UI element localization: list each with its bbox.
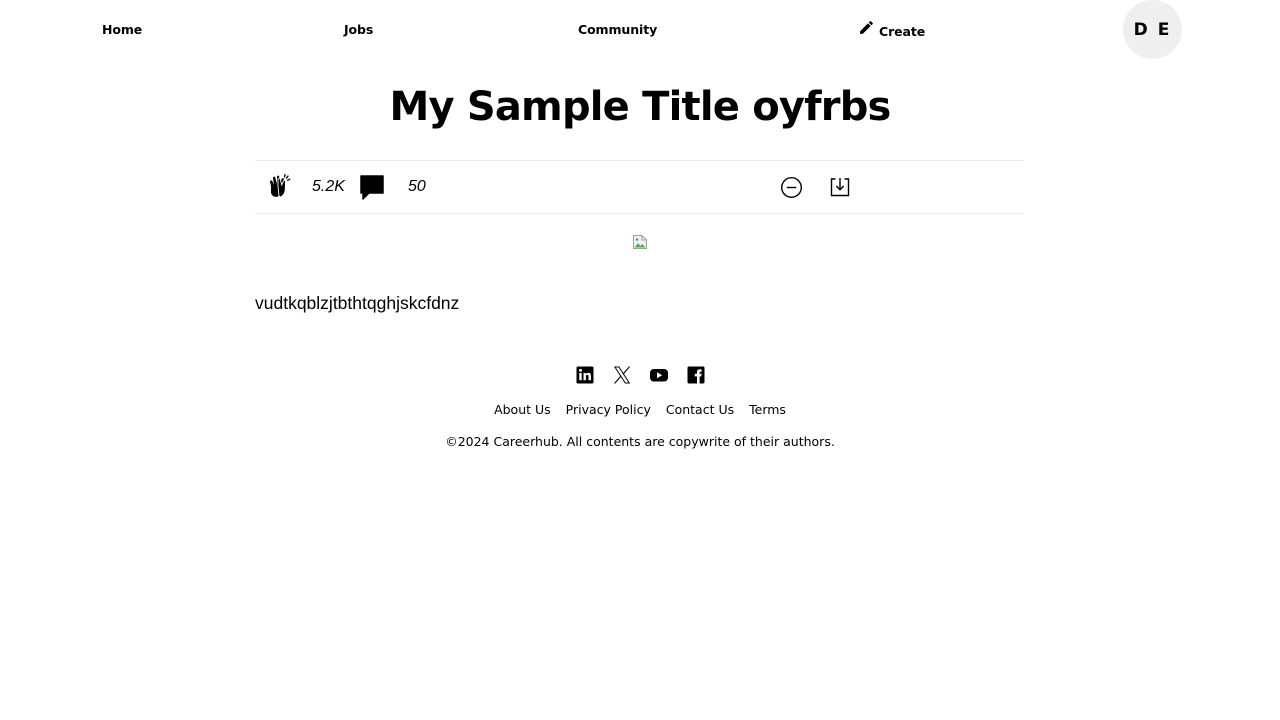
article-action-bar: 5.2K 50 — [255, 160, 1024, 214]
youtube-icon[interactable] — [649, 365, 669, 385]
x-icon[interactable] — [612, 365, 632, 385]
nav-jobs-link[interactable]: Jobs — [344, 22, 373, 37]
user-avatar[interactable]: D E — [1123, 0, 1182, 59]
pencil-icon — [860, 21, 873, 34]
linkedin-icon[interactable] — [575, 365, 595, 385]
save-button[interactable] — [829, 176, 851, 198]
remove-button[interactable] — [780, 176, 803, 199]
article-image — [632, 234, 648, 250]
nav-home-link[interactable]: Home — [102, 22, 142, 37]
facebook-icon[interactable] — [686, 365, 706, 385]
footer-link-privacy-policy[interactable]: Privacy Policy — [566, 402, 651, 417]
clap-icon — [270, 173, 291, 198]
footer-link-contact-us[interactable]: Contact Us — [666, 402, 734, 417]
nav-create-label: Create — [879, 24, 926, 39]
article-body: vudtkqblzjtbthtqghjskcfdnz — [255, 293, 460, 313]
save-download-icon — [830, 178, 850, 197]
footer-links: About Us Privacy Policy Contact Us Terms — [0, 402, 1280, 417]
social-links — [0, 365, 1280, 385]
footer-link-about-us[interactable]: About Us — [494, 402, 551, 417]
remove-circle-icon — [780, 176, 803, 199]
footer-link-terms[interactable]: Terms — [749, 402, 786, 417]
nav-create-link[interactable]: Create — [858, 19, 926, 39]
copyright-text: ©2024 Careerhub. All contents are copywr… — [445, 434, 835, 449]
comment-icon — [360, 175, 384, 200]
article-title: My Sample Title oyfrbs — [389, 84, 891, 130]
clap-button[interactable] — [265, 172, 293, 200]
clap-count: 5.2K — [312, 178, 345, 195]
broken-image-icon — [633, 235, 647, 249]
top-navigation: Home Jobs Community Create D E — [0, 0, 1280, 60]
nav-community-link[interactable]: Community — [578, 22, 657, 37]
comment-count: 50 — [408, 178, 426, 195]
comment-button[interactable] — [358, 173, 386, 201]
